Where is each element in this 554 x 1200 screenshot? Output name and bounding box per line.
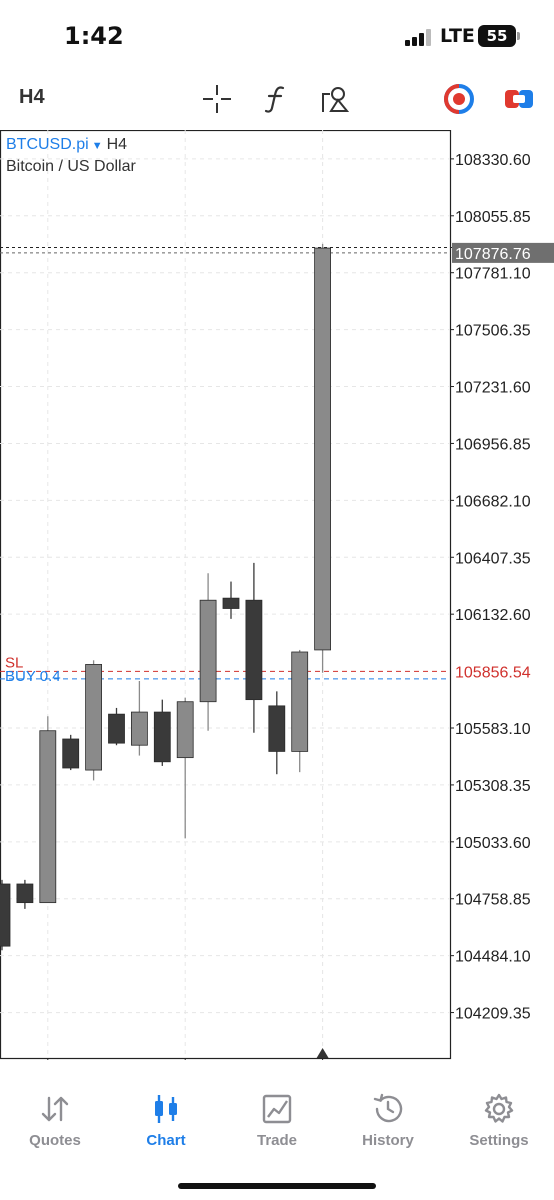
candle-body xyxy=(199,599,217,703)
history-clock-icon xyxy=(373,1093,403,1123)
candle-body xyxy=(245,599,263,701)
candle-body xyxy=(268,705,286,752)
candle-body xyxy=(62,738,80,769)
price-tick-label: 106956.85 xyxy=(455,436,531,453)
symbol-timeframe: H4 xyxy=(106,136,128,153)
chart-toolbar: H4 xyxy=(0,70,554,128)
chart-area[interactable]: 108330.60 108055.85 107781.10 107506.35 1072… xyxy=(0,130,554,1060)
quotes-arrows-icon xyxy=(41,1096,69,1122)
candle-body xyxy=(0,883,11,947)
tab-history[interactable]: History xyxy=(333,1086,443,1149)
price-tick-label: 105033.60 xyxy=(455,835,531,852)
tab-bar: Quotes Chart Trade History Settings xyxy=(0,1086,554,1166)
tab-settings[interactable]: Settings xyxy=(444,1086,554,1149)
candle-body xyxy=(314,247,332,651)
candle-body xyxy=(291,651,309,752)
candle-body xyxy=(108,713,125,744)
tab-chart[interactable]: Chart xyxy=(111,1086,221,1149)
objects-icon[interactable] xyxy=(318,82,352,116)
symbol-description: Bitcoin / US Dollar xyxy=(6,158,136,175)
price-tick-label: 105583.10 xyxy=(455,721,531,738)
candle-body xyxy=(39,730,57,904)
trade-chart-icon xyxy=(262,1094,292,1124)
gear-icon xyxy=(484,1093,514,1123)
tab-quotes-label: Quotes xyxy=(29,1132,81,1149)
signal-icon xyxy=(405,28,435,46)
battery-icon: 55 xyxy=(478,25,520,47)
candle-body xyxy=(85,664,102,771)
sl-price-label: 105856.54 xyxy=(455,664,531,681)
tab-settings-label: Settings xyxy=(469,1132,529,1149)
tab-history-label: History xyxy=(362,1132,414,1149)
price-tick-label: 106132.60 xyxy=(455,607,531,624)
candle-body xyxy=(176,701,194,759)
price-tick-label: 108330.60 xyxy=(455,152,531,169)
tab-trade-label: Trade xyxy=(256,1132,298,1149)
trade-buttons-icon[interactable] xyxy=(502,82,536,116)
symbol-header[interactable]: BTCUSD.pi ▼ H4 xyxy=(6,136,127,154)
candle-body xyxy=(222,597,240,609)
candlestick-icon xyxy=(155,1095,177,1123)
tab-quotes[interactable]: Quotes xyxy=(0,1086,110,1149)
one-click-trading-icon[interactable] xyxy=(442,82,476,116)
price-tick-label: 104209.35 xyxy=(455,1006,531,1023)
candle-body xyxy=(16,883,34,904)
chart-frame xyxy=(0,130,452,1060)
price-tick-label: 105308.35 xyxy=(455,778,531,795)
buy-order-label: BUY 0.4 xyxy=(5,668,61,685)
period-marker-icon xyxy=(316,1048,329,1058)
symbol-name[interactable]: BTCUSD.pi xyxy=(6,136,89,153)
tab-trade[interactable]: Trade xyxy=(222,1086,332,1149)
price-tick-label: 106407.35 xyxy=(455,550,531,567)
symbol-dropdown-icon[interactable]: ▼ xyxy=(92,140,103,152)
tab-chart-label: Chart xyxy=(146,1132,186,1149)
status-time: 1:42 xyxy=(64,22,124,50)
price-tick-label: 107781.10 xyxy=(455,266,531,283)
price-tick-label: 106682.10 xyxy=(455,493,531,510)
network-label: LTE xyxy=(440,25,475,47)
indicators-icon[interactable] xyxy=(259,82,293,116)
price-tick-label: 108055.85 xyxy=(455,209,531,226)
price-tick-label: 107506.35 xyxy=(455,323,531,340)
price-tick-label: 107231.60 xyxy=(455,380,531,397)
crosshair-icon[interactable] xyxy=(200,82,234,116)
price-tick-label: 104758.85 xyxy=(455,892,531,909)
candle-body xyxy=(130,711,148,746)
candle-body xyxy=(153,711,171,763)
current-price-label: 107876.76 xyxy=(455,246,531,263)
home-indicator xyxy=(178,1183,376,1189)
price-tick-label: 104484.10 xyxy=(455,949,531,966)
status-bar: 1:42 LTE 55 xyxy=(0,0,554,70)
candlestick-chart[interactable]: 108330.60 108055.85 107781.10 107506.35 1072… xyxy=(0,130,554,1060)
timeframe-button[interactable]: H4 xyxy=(19,86,45,109)
